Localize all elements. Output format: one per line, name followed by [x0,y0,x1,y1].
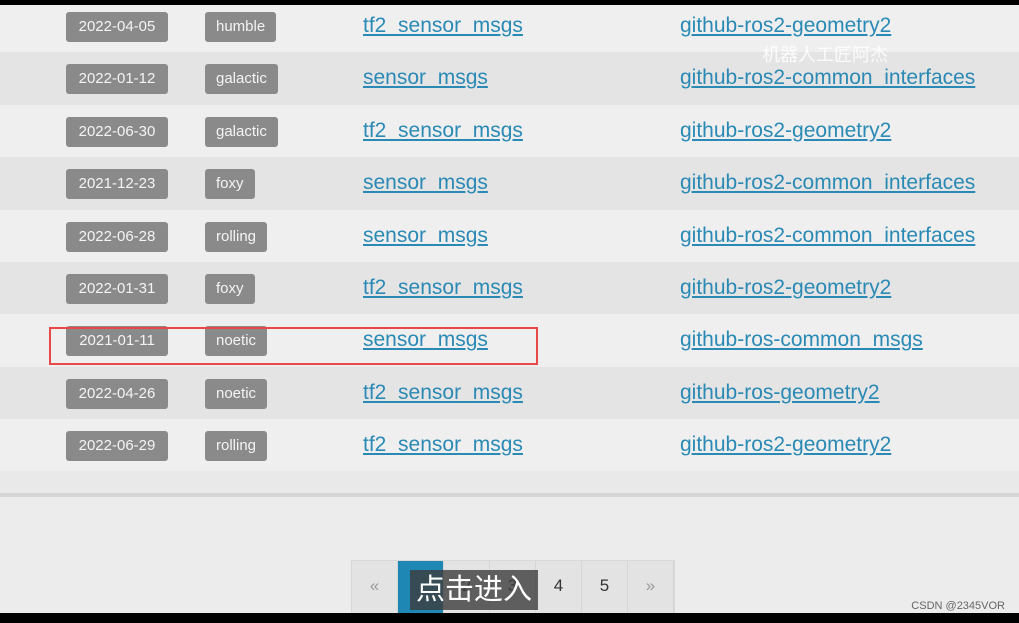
repo-link[interactable]: github-ros2-common_interfaces [680,222,975,250]
table-row: 2022-06-29 rolling tf2_sensor_msgs github-r… [0,419,1019,472]
repo-link[interactable]: github-ros2-geometry2 [680,431,891,459]
highlight-box [49,327,538,365]
repo-link[interactable]: github-ros2-common_interfaces [680,169,975,197]
prev-page-button[interactable]: « [352,561,398,613]
distro-badge: galactic [205,64,278,95]
package-link[interactable]: sensor_msgs [363,222,488,250]
distro-badge: rolling [205,221,268,252]
date-badge: 2022-04-26 [66,378,168,409]
package-link[interactable]: tf2_sensor_msgs [363,379,523,407]
date-badge: 2022-06-30 [66,116,168,147]
repo-link[interactable]: github-ros2-geometry2 [680,274,891,302]
page-4-button[interactable]: 4 [536,561,582,613]
table-row: 2022-01-31 foxy tf2_sensor_msgs github-ros2… [0,261,1019,315]
csdn-credit: CSDN @2345VOR [911,600,1005,612]
page-5-button[interactable]: 5 [582,561,628,613]
repo-link[interactable]: github-ros2-geometry2 [680,12,891,40]
distro-badge: galactic [205,116,278,147]
table-row: 2021-12-23 foxy sensor_msgs github-ros2-com… [0,157,1019,210]
next-page-button[interactable]: » [628,561,674,613]
distro-badge: foxy [205,273,255,304]
table-row: 2022-04-26 noetic tf2_sensor_msgs github-ro… [0,366,1019,420]
video-subtitle: 点击进入 [410,570,539,610]
repo-link[interactable]: github-ros-geometry2 [680,379,880,407]
date-badge: 2022-04-05 [66,12,168,42]
repo-link[interactable]: github-ros2-common_interfaces [680,64,975,92]
package-link[interactable]: tf2_sensor_msgs [363,12,523,40]
package-link[interactable]: tf2_sensor_msgs [363,431,523,459]
distro-badge: rolling [205,431,268,462]
date-badge: 2022-01-31 [66,273,168,304]
distro-badge: humble [205,12,277,42]
date-badge: 2022-06-29 [66,431,168,462]
results-table: 2022-04-05 humble tf2_sensor_msgs github-ro… [0,5,1019,472]
date-badge: 2022-01-12 [66,64,168,95]
table-row: 2022-06-28 rolling sensor_msgs github-ros2-… [0,209,1019,262]
video-watermark: 机器人工匠阿杰 [762,45,888,65]
package-link[interactable]: tf2_sensor_msgs [363,117,523,145]
repo-link[interactable]: github-ros-common_msgs [680,326,923,354]
package-link[interactable]: sensor_msgs [363,64,488,92]
package-link[interactable]: sensor_msgs [363,169,488,197]
table-footer [0,471,1019,497]
package-link[interactable]: tf2_sensor_msgs [363,274,523,302]
date-badge: 2021-12-23 [66,169,168,200]
distro-badge: noetic [205,378,268,409]
distro-badge: foxy [205,169,255,200]
repo-link[interactable]: github-ros2-geometry2 [680,117,891,145]
date-badge: 2022-06-28 [66,221,168,252]
screen: 2022-04-05 humble tf2_sensor_msgs github-ro… [0,5,1019,613]
table-row: 2022-06-30 galactic tf2_sensor_msgs github-… [0,104,1019,158]
